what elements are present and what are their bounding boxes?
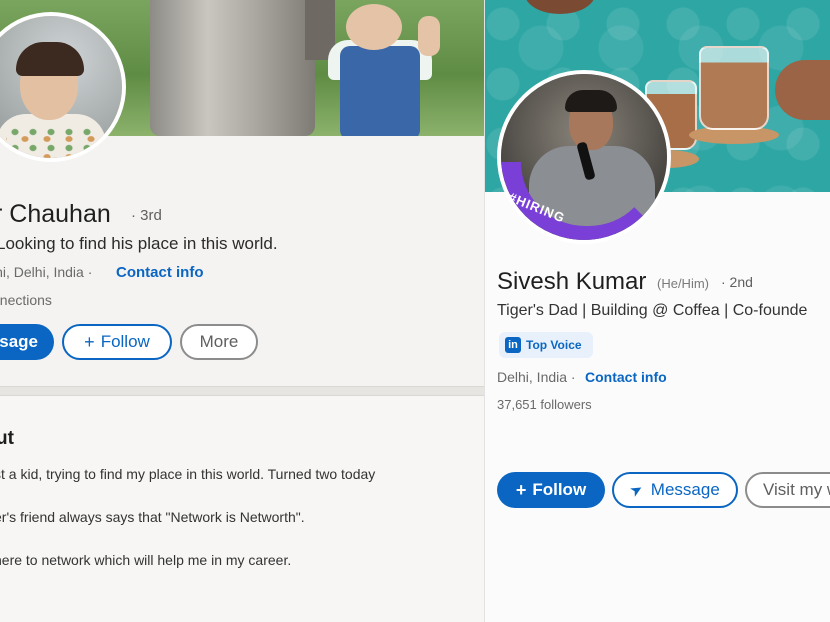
- right-contact-info-link[interactable]: Contact info: [585, 369, 667, 385]
- send-icon: ➤: [627, 479, 647, 501]
- plus-icon: +: [515, 479, 527, 500]
- left-connection-degree: · 3rd: [131, 207, 162, 224]
- visit-website-button[interactable]: Visit my w: [745, 472, 830, 508]
- right-follow-button-label: Follow: [532, 480, 587, 499]
- right-profile-headline: Tiger's Dad | Building @ Coffea | Co-fou…: [497, 302, 808, 319]
- section-divider: [0, 386, 484, 396]
- about-section-title: ut: [0, 428, 14, 449]
- right-followers-count: 37,651 followers: [497, 397, 592, 412]
- right-connection-degree: · 2nd: [721, 274, 753, 290]
- about-text-line: st a kid, trying to find my place in thi…: [0, 466, 376, 482]
- left-profile-card: r Chauhan · 3rd Looking to find his plac…: [0, 0, 484, 622]
- left-profile-avatar[interactable]: [0, 12, 126, 162]
- right-profile-name: Sivesh Kumar: [497, 268, 647, 295]
- right-follow-button[interactable]: + Follow: [497, 472, 605, 508]
- right-message-button-label: Message: [650, 480, 720, 499]
- left-connections-count[interactable]: nnections: [0, 292, 52, 308]
- about-text-line: here to network which will help me in my…: [0, 552, 292, 568]
- top-voice-label: Top Voice: [526, 338, 582, 352]
- left-profile-headline: Looking to find his place in this world.: [0, 234, 278, 253]
- right-message-button[interactable]: ➤ Message: [612, 472, 738, 508]
- left-more-button-label: More: [199, 332, 239, 351]
- left-message-button[interactable]: sage: [0, 324, 54, 360]
- left-follow-button-label: Follow: [100, 332, 150, 351]
- about-text-line: er's friend always says that "Network is…: [0, 509, 305, 525]
- left-message-button-label: sage: [0, 332, 38, 351]
- left-more-button[interactable]: More: [180, 324, 258, 360]
- plus-icon: +: [84, 331, 95, 352]
- linkedin-icon: in: [505, 337, 521, 353]
- right-profile-location: Delhi, India ·: [497, 369, 576, 385]
- left-profile-name: r Chauhan: [0, 200, 111, 228]
- right-profile-card: #HIRING Sivesh Kumar (He/Him) · 2nd Tige…: [484, 0, 830, 622]
- left-profile-location: lhi, Delhi, India ·: [0, 264, 93, 280]
- visit-website-button-label: Visit my w: [763, 480, 830, 499]
- left-contact-info-link[interactable]: Contact info: [116, 264, 204, 281]
- left-follow-button[interactable]: + Follow: [62, 324, 172, 360]
- right-profile-avatar[interactable]: [497, 70, 671, 244]
- top-voice-badge[interactable]: in Top Voice: [499, 332, 593, 358]
- right-profile-pronouns: (He/Him): [657, 276, 709, 291]
